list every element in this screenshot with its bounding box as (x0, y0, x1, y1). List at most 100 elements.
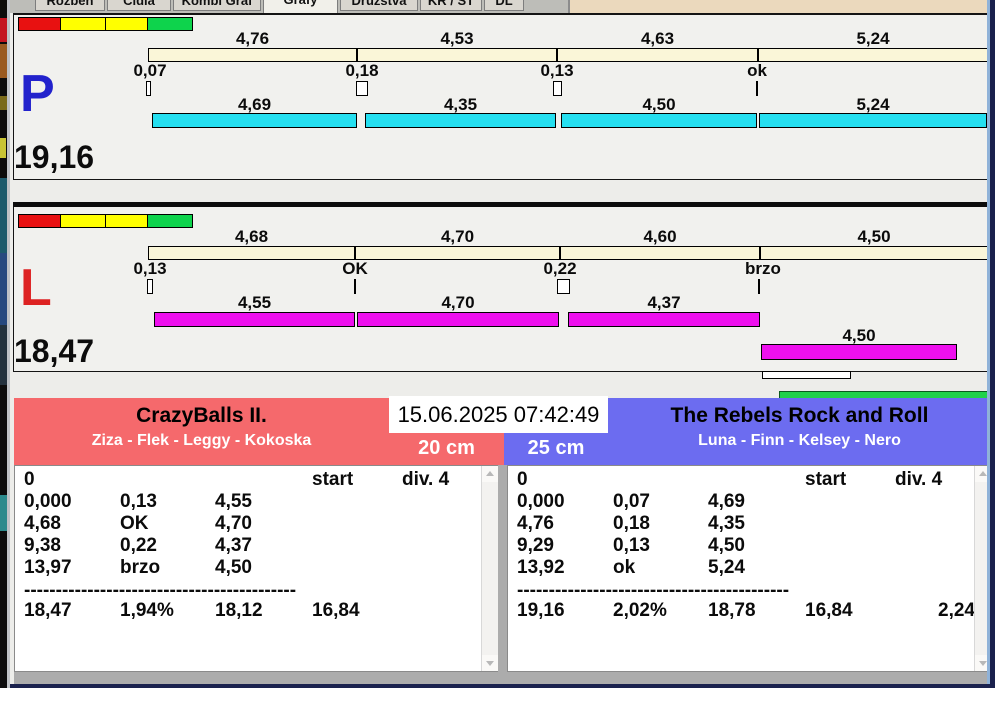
p-change-marker (553, 81, 562, 96)
scroll-up-button[interactable] (482, 466, 498, 482)
l-run-bar (154, 312, 355, 327)
tab-grafy[interactable]: Grafy (263, 0, 338, 13)
desktop-color-yellow (0, 138, 6, 158)
table-cell: div. 4 (895, 469, 943, 490)
desktop-color-olive (0, 96, 7, 110)
l-timeline-tick (354, 246, 356, 260)
p-run-time: 4,69 (237, 95, 272, 114)
p-segment-time: 4,63 (640, 29, 675, 48)
tab-druzstva[interactable]: Druzstva (340, 0, 418, 11)
table-cell: 4,70 (215, 513, 252, 534)
l-segment-time: 4,60 (643, 227, 677, 246)
tab-kombi-graf[interactable]: Kombi Graf (173, 0, 261, 11)
table-cell: 13,92 (517, 557, 565, 578)
table-total: 2,24 (938, 600, 975, 621)
arrow-down-icon (486, 661, 494, 666)
results-table-right[interactable] (507, 465, 991, 672)
p-timeline-tick (757, 48, 759, 62)
l-timeline-bar (148, 246, 988, 260)
table-cell: div. 4 (402, 469, 450, 490)
traffic-light-red (18, 17, 61, 31)
l-run-time: 4,37 (647, 293, 681, 312)
traffic-light-yellow1 (60, 17, 106, 31)
table-cell: 0,13 (120, 491, 157, 512)
table-cell: start (312, 469, 354, 490)
results-table-left[interactable] (14, 465, 498, 672)
l-rerun-time: 4,50 (842, 326, 876, 345)
arrow-up-icon (486, 471, 494, 476)
table-total: 16,84 (805, 600, 853, 621)
table-separator: ----------------------------------------… (517, 581, 790, 601)
team-left-height: 20 cm (418, 437, 475, 459)
table-cell: 0,07 (613, 491, 650, 512)
table-cell: 0,000 (24, 491, 72, 512)
arrow-up-icon (979, 471, 987, 476)
scrollbar-left-table[interactable] (481, 466, 498, 671)
l-segment-time: 4,50 (857, 227, 891, 246)
table-cell: 4,68 (24, 513, 61, 534)
p-timeline-tick (556, 48, 558, 62)
l-segment-time: 4,68 (234, 227, 269, 246)
team-left-dogs: Ziza - Flek - Leggy - Kokoska (91, 432, 312, 449)
desktop-color-blue (0, 253, 7, 325)
tab-rozbeh[interactable]: Rozbeh (35, 0, 105, 11)
table-cell: 4,55 (215, 491, 252, 512)
desktop-color-teal2 (0, 495, 7, 531)
p-run-bar (759, 113, 987, 128)
p-timeline-tick (356, 48, 358, 62)
desktop-color-red (0, 18, 7, 42)
table-total: 18,47 (24, 600, 72, 621)
datetime-box: 15.06.2025 07:42:49 (389, 396, 608, 433)
table-cell: brzo (120, 557, 161, 578)
table-total: 16,84 (312, 600, 360, 621)
table-cell: 0,13 (613, 535, 650, 556)
team-right-name: The Rebels Rock and Roll (670, 404, 929, 427)
table-cell: 4,35 (708, 513, 745, 534)
l-segment-time: 4,70 (440, 227, 475, 246)
l-run-time: 4,55 (237, 293, 272, 312)
background-window-strip (568, 0, 988, 13)
table-cell: 4,50 (215, 557, 252, 578)
l-change-label: 0,13 (133, 259, 167, 278)
table-cell: 4,76 (517, 513, 554, 534)
table-total: 1,94% (120, 600, 174, 621)
tab-dl[interactable]: DL (484, 0, 524, 11)
table-cell: 0 (517, 469, 528, 490)
desktop-edge-strip (0, 0, 10, 688)
l-change-label: brzo (745, 259, 781, 278)
table-cell: 0 (24, 469, 35, 490)
l-change-label: OK (342, 259, 368, 278)
tab-kr-st[interactable]: KR / ST (420, 0, 482, 11)
desktop-color-orange (0, 44, 7, 78)
traffic-light-green (147, 214, 193, 228)
table-cell: start (805, 469, 847, 490)
table-cell: 0,000 (517, 491, 565, 512)
p-change-label: 0,18 (345, 61, 379, 80)
table-cell: 0,18 (613, 513, 650, 534)
p-run-bar (365, 113, 556, 128)
tab-cidla[interactable]: Cidla (107, 0, 171, 11)
p-run-time: 5,24 (856, 95, 890, 114)
lane-l-letter: L (20, 259, 52, 317)
arrow-down-icon (979, 661, 987, 666)
scroll-down-button[interactable] (482, 655, 498, 671)
p-run-bar (561, 113, 757, 128)
table-cell: ok (613, 557, 636, 578)
l-change-marker-ok (354, 279, 356, 294)
p-change-label: 0,13 (540, 61, 574, 80)
l-change-marker (147, 279, 153, 294)
table-cell: 4,50 (708, 535, 745, 556)
traffic-light-yellow2 (105, 214, 148, 228)
p-timeline-bar (148, 48, 988, 62)
p-segment-time: 4,76 (235, 29, 270, 48)
table-total: 18,12 (215, 600, 263, 621)
team-left-name: CrazyBalls II. (136, 404, 267, 427)
l-change-marker-brzo (758, 279, 760, 294)
table-cell: 9,29 (517, 535, 554, 556)
table-total: 2,02% (613, 600, 667, 621)
p-run-time: 4,50 (642, 95, 676, 114)
p-change-label: ok (747, 61, 767, 80)
p-segment-time: 5,24 (856, 29, 890, 48)
desktop-color-slate (0, 325, 7, 385)
table-separator: ----------------------------------------… (24, 581, 297, 601)
